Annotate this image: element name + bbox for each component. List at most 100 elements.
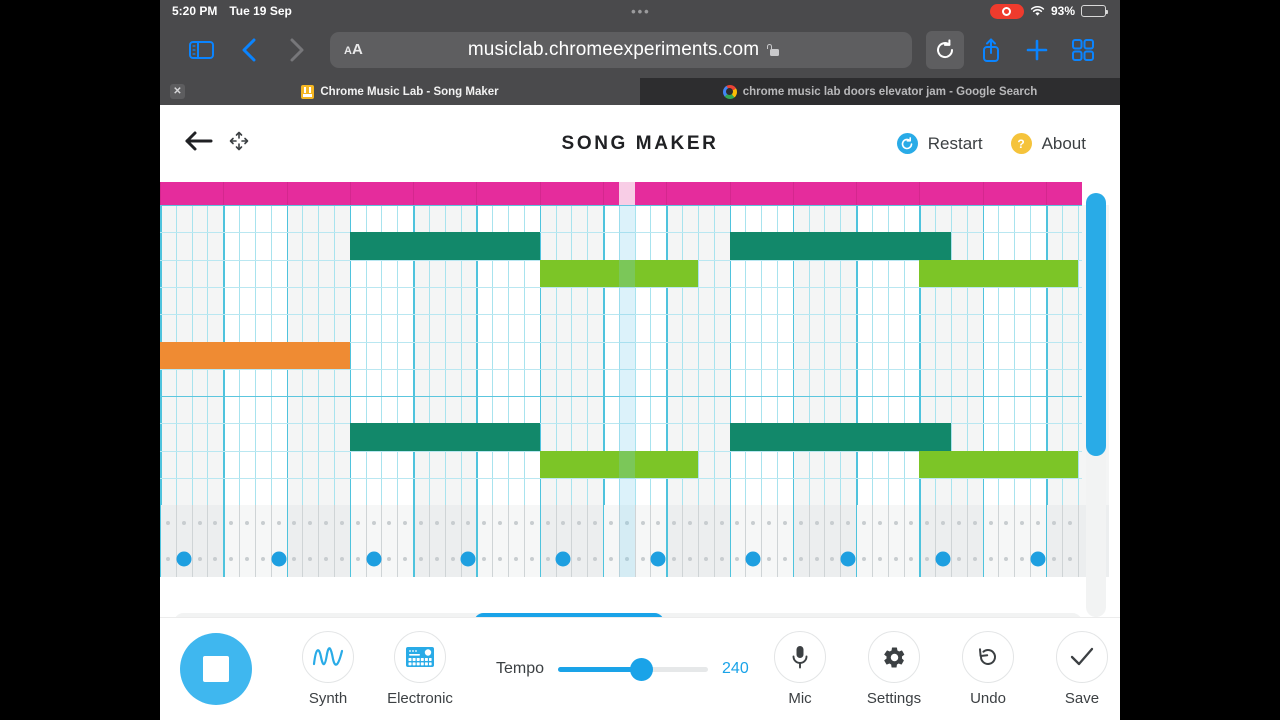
- percussion-empty-cell[interactable]: [292, 557, 297, 561]
- percussion-empty-cell[interactable]: [830, 521, 835, 525]
- new-tab-icon[interactable]: [1018, 31, 1056, 69]
- vertical-scrollbar[interactable]: [1086, 193, 1106, 617]
- percussion-empty-cell[interactable]: [798, 521, 803, 525]
- percussion-empty-cell[interactable]: [1051, 521, 1056, 525]
- percussion-empty-cell[interactable]: [798, 557, 803, 561]
- reload-icon[interactable]: [926, 31, 964, 69]
- percussion-empty-cell[interactable]: [482, 521, 487, 525]
- percussion-empty-cell[interactable]: [656, 521, 661, 525]
- percussion-hit[interactable]: [650, 551, 666, 567]
- percussion-empty-cell[interactable]: [956, 521, 961, 525]
- percussion-empty-cell[interactable]: [846, 521, 851, 525]
- note-block[interactable]: [539, 450, 698, 478]
- percussion-empty-cell[interactable]: [624, 521, 629, 525]
- note-block[interactable]: [349, 232, 540, 260]
- percussion-empty-cell[interactable]: [893, 557, 898, 561]
- melodic-instrument-button[interactable]: Synth: [282, 631, 374, 707]
- percussion-empty-cell[interactable]: [640, 521, 645, 525]
- percussion-empty-cell[interactable]: [814, 521, 819, 525]
- percussion-empty-cell[interactable]: [1004, 521, 1009, 525]
- percussion-empty-cell[interactable]: [229, 557, 234, 561]
- about-button[interactable]: ? About: [1010, 133, 1086, 154]
- measure-marker-bar[interactable]: [160, 182, 1082, 205]
- percussion-empty-cell[interactable]: [482, 557, 487, 561]
- mic-button[interactable]: Mic: [754, 631, 846, 707]
- percussion-empty-cell[interactable]: [355, 521, 360, 525]
- percussion-empty-cell[interactable]: [561, 521, 566, 525]
- percussion-empty-cell[interactable]: [245, 557, 249, 561]
- restart-button[interactable]: Restart: [896, 133, 983, 154]
- percussion-empty-cell[interactable]: [403, 521, 408, 525]
- percussion-empty-cell[interactable]: [1067, 521, 1072, 525]
- percussion-empty-cell[interactable]: [672, 557, 677, 561]
- percussion-empty-cell[interactable]: [434, 521, 439, 525]
- percussion-empty-cell[interactable]: [735, 557, 740, 561]
- play-stop-button[interactable]: [180, 633, 252, 705]
- percussion-empty-cell[interactable]: [925, 557, 930, 561]
- multitask-dots-icon[interactable]: •••: [631, 5, 651, 18]
- percussion-empty-cell[interactable]: [403, 557, 408, 561]
- percussion-empty-cell[interactable]: [324, 521, 329, 525]
- percussion-empty-cell[interactable]: [1020, 557, 1025, 561]
- percussion-empty-cell[interactable]: [545, 521, 550, 525]
- percussion-empty-cell[interactable]: [687, 557, 692, 561]
- percussion-empty-cell[interactable]: [1051, 557, 1056, 561]
- percussion-empty-cell[interactable]: [324, 557, 329, 561]
- tempo-control[interactable]: Tempo 240: [496, 658, 754, 681]
- percussion-empty-cell[interactable]: [276, 521, 281, 525]
- percussion-empty-cell[interactable]: [814, 557, 819, 561]
- percussion-empty-cell[interactable]: [529, 557, 534, 561]
- percussion-empty-cell[interactable]: [197, 521, 202, 525]
- percussion-empty-cell[interactable]: [672, 521, 677, 525]
- percussion-empty-cell[interactable]: [972, 557, 977, 561]
- percussion-empty-cell[interactable]: [419, 521, 424, 525]
- note-block[interactable]: [539, 259, 698, 287]
- percussion-empty-cell[interactable]: [593, 557, 598, 561]
- browser-tab-song-maker[interactable]: ✕ Chrome Music Lab - Song Maker: [160, 78, 640, 105]
- undo-button[interactable]: Undo: [942, 631, 1034, 707]
- percussion-empty-cell[interactable]: [861, 557, 866, 561]
- melodic-note-grid[interactable]: [160, 205, 1110, 560]
- percussion-empty-cell[interactable]: [308, 521, 313, 525]
- percussion-empty-cell[interactable]: [545, 557, 550, 561]
- browser-tab-google-search[interactable]: chrome music lab doors elevator jam - Go…: [640, 78, 1120, 105]
- percussion-empty-cell[interactable]: [387, 521, 392, 525]
- percussion-empty-cell[interactable]: [577, 557, 582, 561]
- percussion-empty-cell[interactable]: [909, 557, 914, 561]
- percussion-hit[interactable]: [745, 551, 761, 567]
- percussion-empty-cell[interactable]: [1004, 557, 1009, 561]
- percussion-empty-cell[interactable]: [1067, 557, 1072, 561]
- percussion-empty-cell[interactable]: [988, 521, 993, 525]
- percussion-empty-cell[interactable]: [355, 557, 360, 561]
- percussion-empty-cell[interactable]: [498, 521, 503, 525]
- percussion-empty-cell[interactable]: [213, 521, 218, 525]
- percussion-empty-cell[interactable]: [861, 521, 866, 525]
- percussion-hit[interactable]: [1030, 551, 1046, 567]
- percussion-empty-cell[interactable]: [197, 557, 202, 561]
- tempo-slider-knob[interactable]: [629, 658, 653, 681]
- percussion-grid[interactable]: [160, 505, 1110, 577]
- percussion-empty-cell[interactable]: [260, 557, 265, 561]
- note-block[interactable]: [160, 341, 350, 369]
- percussion-empty-cell[interactable]: [371, 521, 376, 525]
- percussion-hit[interactable]: [176, 551, 192, 567]
- percussion-hit[interactable]: [935, 551, 951, 567]
- percussion-empty-cell[interactable]: [387, 557, 392, 561]
- percussion-hit[interactable]: [271, 551, 287, 567]
- percussion-empty-cell[interactable]: [988, 557, 993, 561]
- percussion-empty-cell[interactable]: [972, 521, 977, 525]
- percussion-empty-cell[interactable]: [941, 521, 946, 525]
- tempo-slider[interactable]: [558, 658, 709, 681]
- share-icon[interactable]: [972, 31, 1010, 69]
- percussion-empty-cell[interactable]: [339, 521, 344, 525]
- percussion-hit[interactable]: [840, 551, 856, 567]
- percussion-empty-cell[interactable]: [529, 521, 534, 525]
- vertical-scrollbar-thumb[interactable]: [1086, 193, 1106, 456]
- percussion-empty-cell[interactable]: [245, 521, 249, 525]
- percussion-empty-cell[interactable]: [735, 521, 740, 525]
- percussion-empty-cell[interactable]: [498, 557, 503, 561]
- percussion-empty-cell[interactable]: [877, 521, 882, 525]
- note-block[interactable]: [729, 232, 951, 260]
- percussion-empty-cell[interactable]: [877, 557, 882, 561]
- percussion-empty-cell[interactable]: [260, 521, 265, 525]
